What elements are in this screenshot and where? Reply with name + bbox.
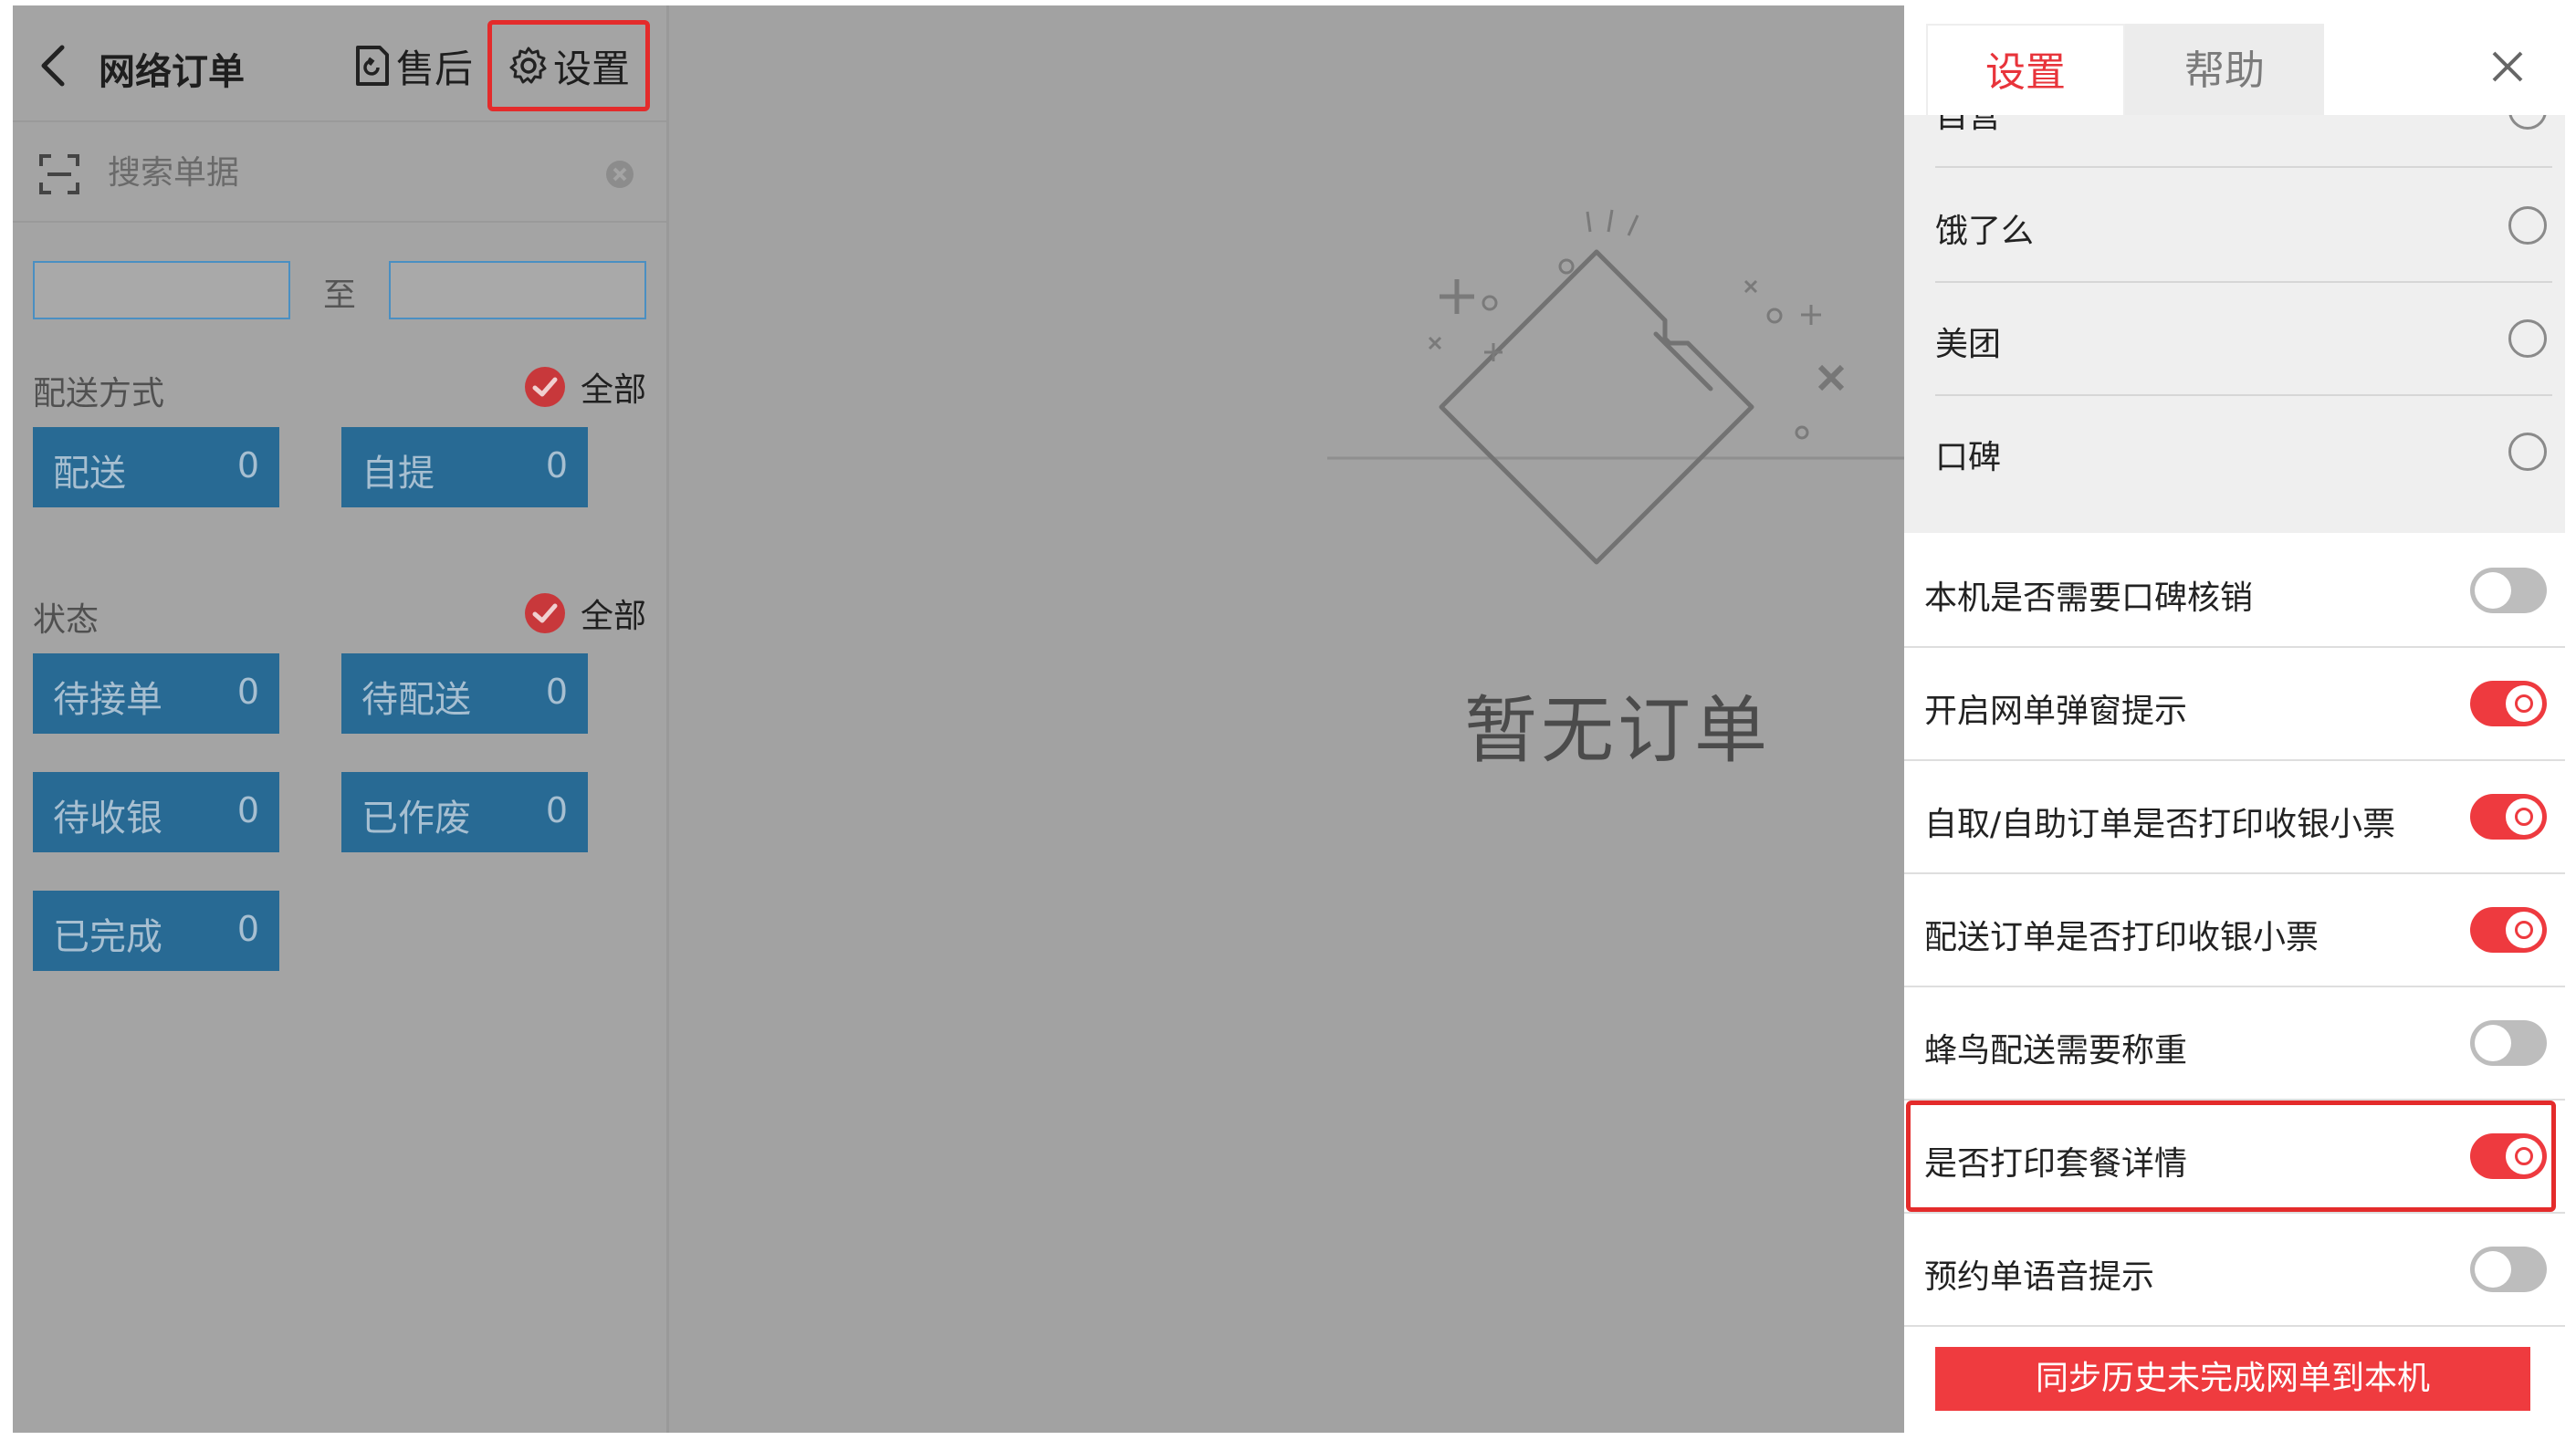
filter-pickup-button[interactable]: 自提 0 [341, 427, 588, 507]
toggle-knob [2506, 798, 2542, 835]
toggle-knob [2475, 1251, 2511, 1288]
setting-label: 开启网单弹窗提示 [1924, 693, 2188, 730]
filter-pending-accept-button[interactable]: 待接单 0 [33, 653, 279, 734]
radio-label: 自营 [1935, 115, 2002, 135]
setting-label: 配送订单是否打印收银小票 [1924, 919, 2319, 956]
clear-icon[interactable] [604, 159, 635, 190]
print-combo-detail-toggle[interactable] [2470, 1133, 2547, 1179]
filter-voided-button[interactable]: 已作废 0 [341, 772, 588, 852]
filter-label: 待收银 [53, 798, 162, 840]
filter-delivery-button[interactable]: 配送 0 [33, 427, 279, 507]
filter-count: 0 [545, 790, 568, 830]
setting-label: 蜂鸟配送需要称重 [1924, 1032, 2188, 1070]
toggle-knob [2506, 912, 2542, 948]
setting-row: 本机是否需要口碑核销 [1904, 535, 2565, 648]
empty-box-icon [1327, 209, 1921, 565]
status-label: 状态 [33, 601, 99, 639]
toggle-knob [2475, 572, 2511, 609]
refund-document-icon [356, 46, 389, 86]
scan-icon[interactable] [38, 153, 80, 195]
setting-row: 配送订单是否打印收银小票 [1904, 874, 2565, 987]
gear-icon [509, 47, 547, 84]
filter-label: 已完成 [53, 916, 162, 958]
filter-completed-button[interactable]: 已完成 0 [33, 891, 279, 971]
order-popup-toggle[interactable] [2470, 681, 2547, 726]
radio-label: 饿了么 [1935, 213, 2035, 250]
filter-count: 0 [236, 790, 259, 830]
filter-count: 0 [236, 672, 259, 712]
settings-panel: 设置 帮助 自营 饿了么 美团 口碑 本机是否需要口碑核销 开启网单弹窗提示 自… [1904, 5, 2565, 1433]
setting-row: 自取/自助订单是否打印收银小票 [1904, 761, 2565, 874]
filter-count: 0 [236, 445, 259, 485]
radio-button[interactable] [2508, 115, 2547, 130]
setting-label: 是否打印套餐详情 [1924, 1145, 2188, 1183]
filter-label: 自提 [361, 453, 435, 495]
delivery-receipt-toggle[interactable] [2470, 907, 2547, 953]
filter-pending-delivery-button[interactable]: 待配送 0 [341, 653, 588, 734]
radio-label: 口碑 [1935, 439, 2002, 476]
back-arrow-icon[interactable] [37, 42, 73, 89]
top-bar: 网络订单 售后 设置 [13, 5, 666, 122]
toggle-knob [2506, 1138, 2542, 1174]
setting-row: 是否打印套餐详情 [1904, 1101, 2565, 1214]
setting-row: 预约单语音提示 [1904, 1214, 2565, 1327]
app-window: 网络订单 售后 设置 搜索单据 至 配送方式 全部 配送 0 自提 0 状态 全… [13, 5, 2565, 1433]
empty-state-text: 暂无订单 [1464, 688, 1771, 773]
radio-item[interactable]: 美团 [1935, 283, 2552, 396]
radio-button[interactable] [2508, 433, 2547, 471]
panel-divider [666, 5, 669, 1433]
filter-count: 0 [545, 445, 568, 485]
filter-label: 待配送 [361, 679, 471, 721]
radio-button[interactable] [2508, 206, 2547, 245]
pickup-receipt-toggle[interactable] [2470, 794, 2547, 840]
filter-label: 配送 [53, 453, 126, 495]
tab-settings[interactable]: 设置 [1926, 24, 2125, 119]
koubei-verify-toggle[interactable] [2470, 568, 2547, 613]
delivery-method-label: 配送方式 [33, 375, 165, 412]
search-input[interactable] [108, 144, 582, 201]
radio-label: 美团 [1935, 326, 2002, 363]
filter-label: 已作废 [361, 798, 471, 840]
status-all-label: 全部 [581, 598, 647, 635]
setting-label: 自取/自助订单是否打印收银小票 [1924, 806, 2396, 843]
sync-history-button[interactable]: 同步历史未完成网单到本机 [1935, 1347, 2530, 1411]
radio-item[interactable]: 自营 [1935, 115, 2552, 168]
toggle-knob [2506, 685, 2542, 722]
check-circle-icon [525, 593, 565, 633]
close-icon[interactable] [2490, 49, 2525, 84]
filter-pending-checkout-button[interactable]: 待收银 0 [33, 772, 279, 852]
settings-button[interactable]: 设置 [487, 20, 650, 111]
platform-radio-list: 自营 饿了么 美团 口碑 [1904, 115, 2565, 533]
status-all-toggle[interactable]: 全部 [524, 590, 646, 637]
after-sale-label: 售后 [396, 46, 474, 91]
fengniao-weigh-toggle[interactable] [2470, 1020, 2547, 1066]
settings-tabs: 设置 帮助 [1904, 5, 2565, 119]
delivery-all-label: 全部 [581, 371, 647, 409]
radio-button[interactable] [2508, 319, 2547, 358]
after-sale-button[interactable]: 售后 [352, 38, 473, 93]
toggle-knob [2475, 1025, 2511, 1061]
page-title: 网络订单 [99, 51, 245, 93]
date-range-separator: 至 [323, 277, 357, 314]
search-bar [13, 124, 666, 223]
filter-count: 0 [545, 672, 568, 712]
filter-label: 待接单 [53, 679, 162, 721]
tab-help[interactable]: 帮助 [2125, 24, 2324, 119]
settings-label: 设置 [552, 46, 630, 91]
radio-item[interactable]: 口碑 [1935, 396, 2552, 509]
check-circle-icon [525, 367, 565, 407]
end-date-input[interactable] [389, 261, 646, 319]
setting-label: 预约单语音提示 [1924, 1258, 2155, 1296]
setting-label: 本机是否需要口碑核销 [1924, 579, 2254, 617]
filter-count: 0 [236, 909, 259, 949]
start-date-input[interactable] [33, 261, 290, 319]
reservation-voice-toggle[interactable] [2470, 1247, 2547, 1292]
setting-row: 蜂鸟配送需要称重 [1904, 987, 2565, 1101]
radio-item[interactable]: 饿了么 [1935, 170, 2552, 283]
filter-panel: 网络订单 售后 设置 搜索单据 至 配送方式 全部 配送 0 自提 0 状态 全… [13, 5, 666, 1433]
delivery-all-toggle[interactable]: 全部 [524, 363, 646, 411]
setting-row: 开启网单弹窗提示 [1904, 648, 2565, 761]
